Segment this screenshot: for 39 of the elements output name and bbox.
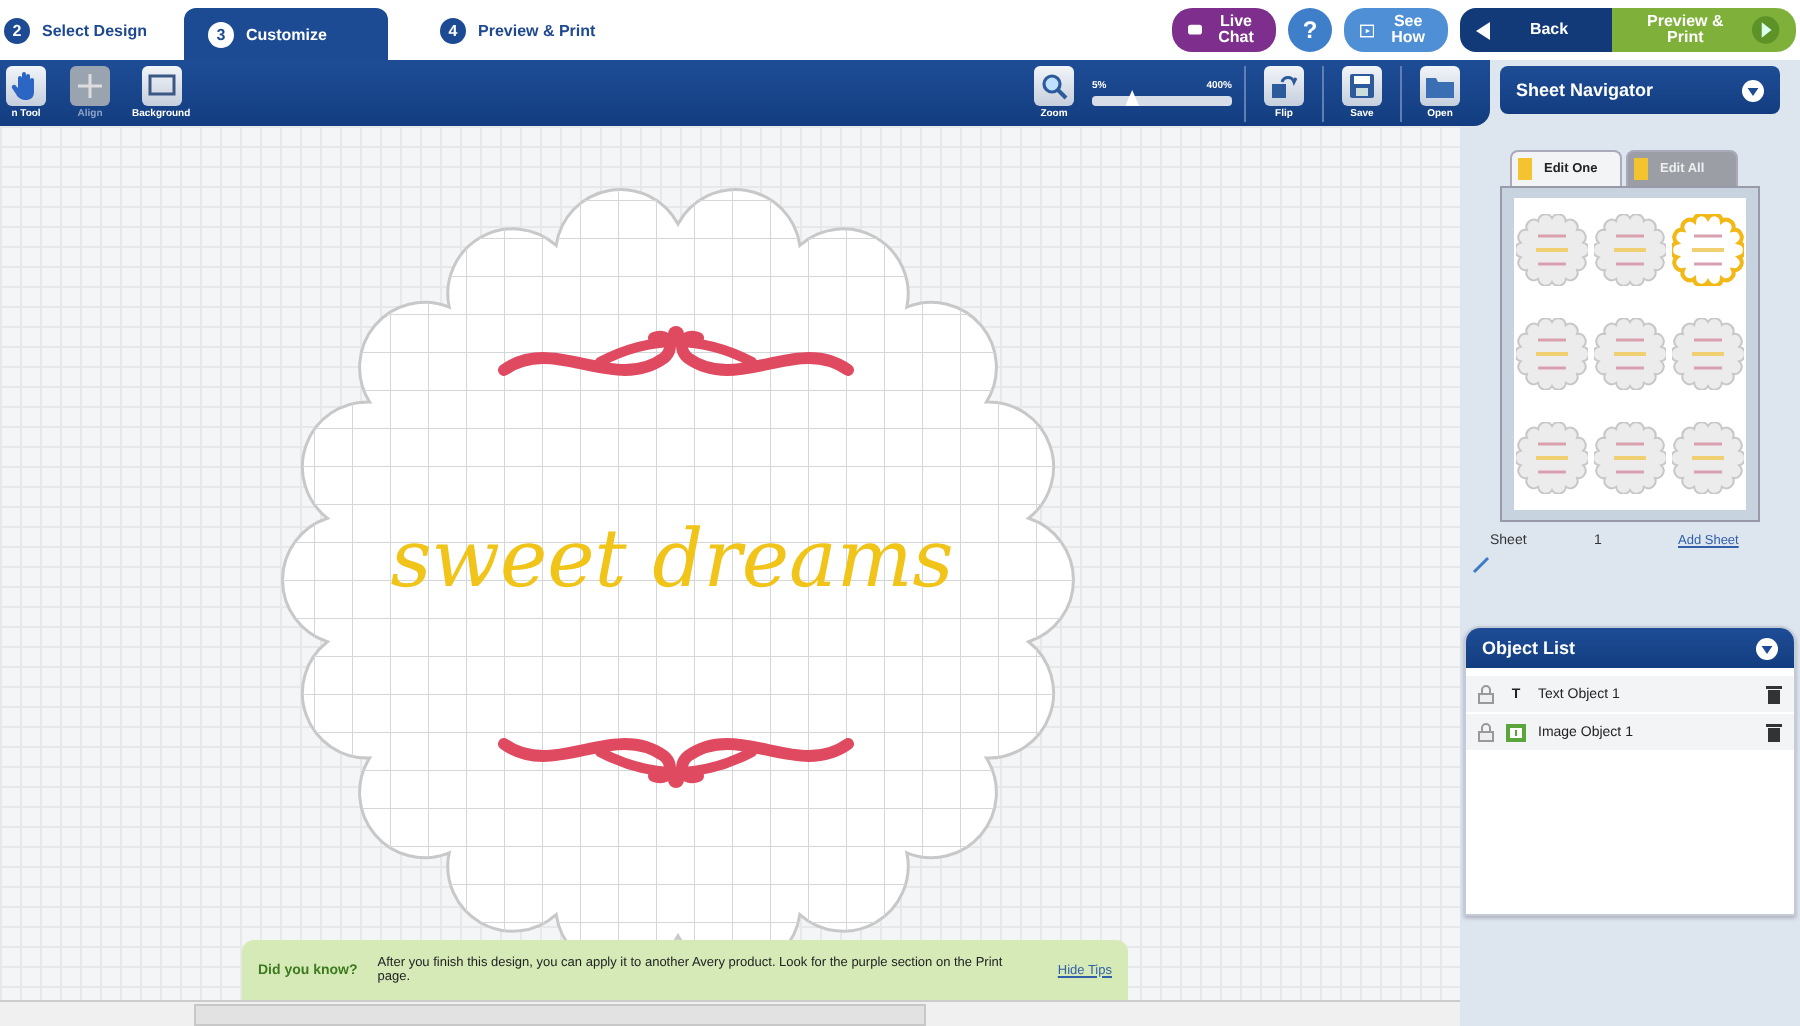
live-chat-button[interactable]: Live Chat (1172, 8, 1276, 52)
help-button[interactable]: ? (1288, 8, 1332, 52)
label-thumbnail[interactable] (1593, 214, 1666, 286)
step-tab[interactable]: 2 Select Design (0, 0, 184, 60)
label-thumbnail[interactable] (1671, 422, 1744, 494)
video-icon (1360, 21, 1375, 39)
step-tab[interactable]: 3 Customize (184, 8, 388, 60)
lock-icon[interactable] (1478, 722, 1494, 742)
label-thumbnail[interactable] (1516, 422, 1589, 494)
trash-icon[interactable] (1766, 722, 1782, 742)
slider-thumb[interactable] (1125, 90, 1140, 106)
panel-title: Sheet Navigator (1516, 80, 1654, 100)
trash-icon[interactable] (1766, 684, 1782, 704)
label-thumbnail[interactable] (1671, 214, 1744, 286)
folder-icon (1424, 72, 1456, 100)
search-icon (1040, 72, 1068, 100)
rectangle-icon (147, 74, 176, 98)
label-thumbnail[interactable] (1593, 422, 1666, 494)
dropdown-icon[interactable] (1742, 79, 1764, 101)
label-thumbnail[interactable] (1593, 318, 1666, 390)
resize-icon[interactable] (1472, 556, 1490, 574)
step-tab[interactable]: 4 Preview & Print (416, 0, 736, 60)
label-thumbnail[interactable] (1516, 214, 1589, 286)
crosshair-icon (76, 72, 104, 100)
back-button[interactable]: Back (1460, 8, 1612, 52)
sheet-icon (1518, 158, 1532, 180)
lock-icon[interactable] (1478, 684, 1494, 704)
sheet-icon (1634, 158, 1648, 180)
left-arrow-icon (1476, 21, 1492, 39)
flip-arrow-icon (1270, 72, 1298, 100)
zoom-slider[interactable] (1092, 96, 1232, 106)
scrollbar-thumb[interactable] (194, 1003, 926, 1025)
image-icon (1506, 723, 1526, 741)
save-icon (1348, 72, 1376, 100)
panel-title: Object List (1482, 638, 1576, 658)
label-thumbnail[interactable] (1671, 318, 1744, 390)
chat-icon (1188, 21, 1202, 39)
label-thumbnail[interactable] (1516, 318, 1589, 390)
dropdown-icon[interactable] (1756, 637, 1778, 659)
